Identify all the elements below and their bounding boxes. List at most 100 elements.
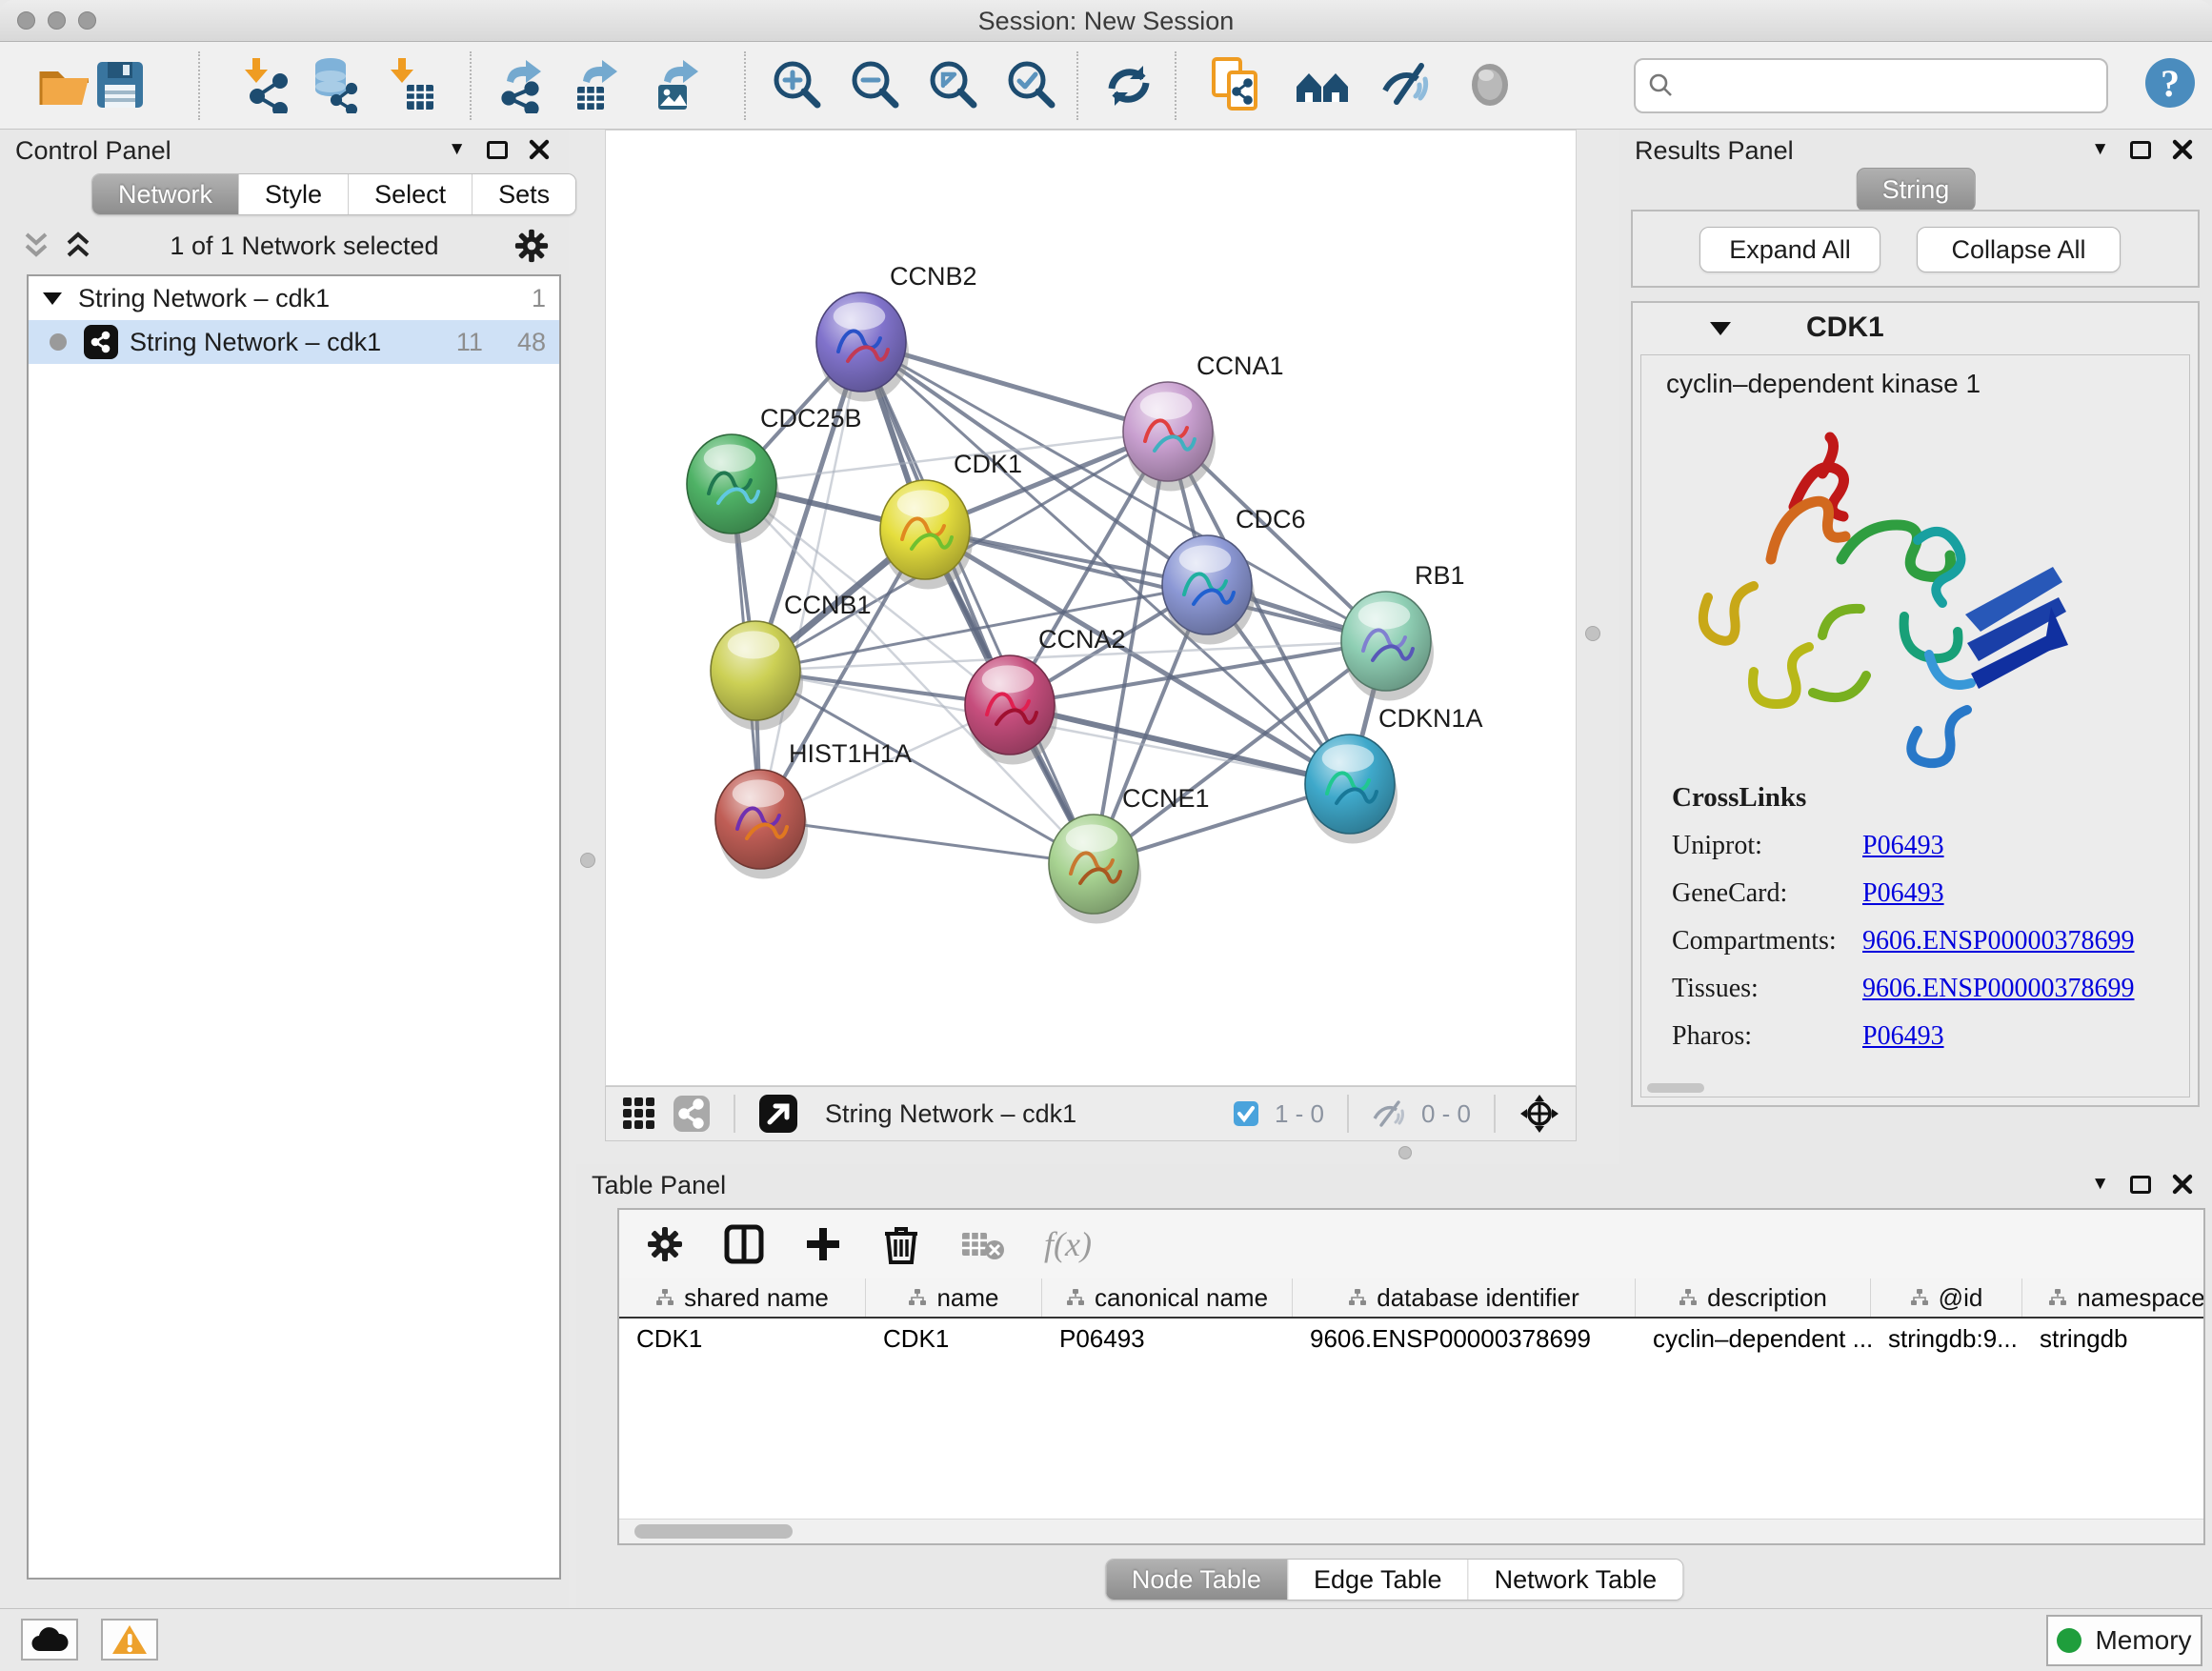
window-minimize-button[interactable] <box>48 11 66 30</box>
tab-edge-table[interactable]: Edge Table <box>1287 1560 1468 1600</box>
panel-float-icon[interactable] <box>487 141 508 159</box>
network-edge-HIST1H1A-CCNE1[interactable] <box>760 819 1094 864</box>
network-node-CCNB1[interactable]: CCNB1 <box>711 591 872 730</box>
table-cell[interactable]: cyclin–dependent ... <box>1636 1319 1871 1362</box>
column-header-@id[interactable]: @id <box>1871 1278 2022 1317</box>
import-table-from-file-icon[interactable] <box>382 56 439 115</box>
scrollbar-thumb[interactable] <box>634 1524 793 1539</box>
panel-menu-icon[interactable]: ▼ <box>448 139 466 160</box>
table-cell[interactable]: CDK1 <box>866 1319 1042 1362</box>
show-graphics-details-icon[interactable] <box>1461 56 1518 115</box>
panel-float-icon[interactable] <box>2130 1176 2151 1194</box>
apply-function-icon[interactable]: f(x) <box>1044 1224 1092 1264</box>
zoom-out-icon[interactable] <box>847 56 904 115</box>
column-header-name[interactable]: name <box>866 1278 1042 1317</box>
delete-column-icon[interactable] <box>882 1224 920 1264</box>
tab-style[interactable]: Style <box>238 174 348 214</box>
network-options-gear-icon[interactable] <box>513 228 550 264</box>
panel-close-icon[interactable] <box>2172 139 2193 160</box>
grid-view-icon[interactable] <box>621 1096 657 1132</box>
first-neighbors-icon[interactable] <box>1294 56 1351 115</box>
column-header-canonical-name[interactable]: canonical name <box>1042 1278 1293 1317</box>
tab-sets[interactable]: Sets <box>472 174 575 214</box>
splitter-handle[interactable] <box>1585 626 1600 641</box>
birds-eye-view-icon[interactable] <box>1518 1093 1560 1135</box>
search-box[interactable] <box>1634 58 2108 113</box>
column-header-shared-name[interactable]: shared name <box>619 1278 866 1317</box>
splitter-handle[interactable] <box>1398 1146 1412 1159</box>
open-session-icon[interactable] <box>36 56 93 115</box>
export-network-icon[interactable] <box>493 56 551 115</box>
column-header-namespace[interactable]: namespace <box>2022 1278 2203 1317</box>
network-node-RB1[interactable]: RB1 <box>1341 561 1465 700</box>
panel-float-icon[interactable] <box>2130 141 2151 159</box>
collapse-all-button[interactable]: Collapse All <box>1917 227 2121 272</box>
network-node-CCNB2[interactable]: CCNB2 <box>816 262 977 401</box>
export-image-icon[interactable] <box>651 56 708 115</box>
network-node-CDKN1A[interactable]: CDKN1A <box>1305 704 1483 843</box>
zoom-in-icon[interactable] <box>769 56 826 115</box>
open-view-external-icon[interactable] <box>758 1094 798 1134</box>
search-input[interactable] <box>1676 71 2106 101</box>
import-network-from-database-icon[interactable] <box>306 56 363 115</box>
tree-expander-icon[interactable] <box>42 290 63 307</box>
import-network-from-file-icon[interactable] <box>236 56 293 115</box>
panel-menu-icon[interactable]: ▼ <box>2091 1174 2109 1195</box>
panel-close-icon[interactable] <box>529 139 550 160</box>
collapse-all-icon[interactable] <box>19 231 53 261</box>
network-edge-CCNB2-CCNE1[interactable] <box>861 342 1094 864</box>
network-node-CCNA2[interactable]: CCNA2 <box>965 625 1126 764</box>
export-table-icon[interactable] <box>570 56 627 115</box>
table-row[interactable]: CDK1CDK1P064939606.ENSP00000378699cyclin… <box>619 1319 2203 1362</box>
column-header-description[interactable]: description <box>1636 1278 1871 1317</box>
tab-network-table[interactable]: Network Table <box>1468 1560 1683 1600</box>
node-table[interactable]: shared namenamecanonical namedatabase id… <box>619 1278 2203 1519</box>
crosslink-link[interactable]: P06493 <box>1862 878 1944 909</box>
table-cell[interactable]: P06493 <box>1042 1319 1293 1362</box>
refresh-style-icon[interactable] <box>1100 56 1157 115</box>
network-edge-CCNA2-CDKN1A[interactable] <box>1010 705 1350 784</box>
tab-node-table[interactable]: Node Table <box>1106 1560 1287 1600</box>
crosslink-link[interactable]: P06493 <box>1862 1021 1944 1052</box>
warnings-button[interactable] <box>101 1619 158 1661</box>
panel-menu-icon[interactable]: ▼ <box>2091 139 2109 160</box>
zoom-fit-content-icon[interactable] <box>925 56 982 115</box>
hidden-eye-icon[interactable] <box>1372 1099 1406 1128</box>
zoom-selected-icon[interactable] <box>1003 56 1060 115</box>
delete-table-icon[interactable] <box>960 1227 1004 1261</box>
add-column-icon[interactable] <box>804 1225 842 1263</box>
crosslink-link[interactable]: 9606.ENSP00000378699 <box>1862 974 2134 1004</box>
table-cell[interactable]: stringdb:9... <box>1871 1319 2022 1362</box>
selected-checkbox-icon[interactable] <box>1233 1100 1259 1127</box>
cloud-status-button[interactable] <box>21 1619 78 1661</box>
network-node-CDK1[interactable]: CDK1 <box>880 450 1022 589</box>
tab-string[interactable]: String <box>1857 168 1976 211</box>
network-node-HIST1H1A[interactable]: HIST1H1A <box>715 739 912 878</box>
table-cell[interactable]: CDK1 <box>619 1319 866 1362</box>
results-section-header[interactable]: CDK1 <box>1633 303 2198 352</box>
table-cell[interactable]: stringdb <box>2022 1319 2203 1362</box>
tab-network[interactable]: Network <box>92 174 238 214</box>
table-settings-gear-icon[interactable] <box>646 1225 684 1263</box>
panel-close-icon[interactable] <box>2172 1174 2193 1195</box>
save-session-icon[interactable] <box>91 56 149 115</box>
section-expander-icon[interactable] <box>1709 319 1732 337</box>
tab-select[interactable]: Select <box>348 174 472 214</box>
crosslink-link[interactable]: P06493 <box>1862 831 1944 861</box>
results-scrollbar-thumb[interactable] <box>1647 1083 1704 1093</box>
network-node-CDC25B[interactable]: CDC25B <box>687 404 862 543</box>
hide-selected-icon[interactable] <box>1377 56 1435 115</box>
expand-all-icon[interactable] <box>61 231 95 261</box>
table-horizontal-scrollbar[interactable] <box>619 1519 2203 1543</box>
window-zoom-button[interactable] <box>78 11 96 30</box>
network-collection-row[interactable]: String Network – cdk1 1 <box>29 276 559 320</box>
network-view-canvas[interactable]: CCNB2CCNA1CDC25BCDK1CDC6RB1CCNB1CCNA2CDK… <box>605 130 1577 1086</box>
expand-all-button[interactable]: Expand All <box>1699 227 1880 272</box>
network-row-selected[interactable]: String Network – cdk1 11 48 <box>29 320 559 364</box>
help-icon[interactable]: ? <box>2142 54 2199 113</box>
crosslink-link[interactable]: 9606.ENSP00000378699 <box>1862 926 2134 956</box>
open-in-cytoscape-web-icon[interactable] <box>1208 56 1265 115</box>
network-node-CCNA1[interactable]: CCNA1 <box>1123 352 1284 491</box>
window-close-button[interactable] <box>17 11 35 30</box>
table-cell[interactable]: 9606.ENSP00000378699 <box>1293 1319 1636 1362</box>
